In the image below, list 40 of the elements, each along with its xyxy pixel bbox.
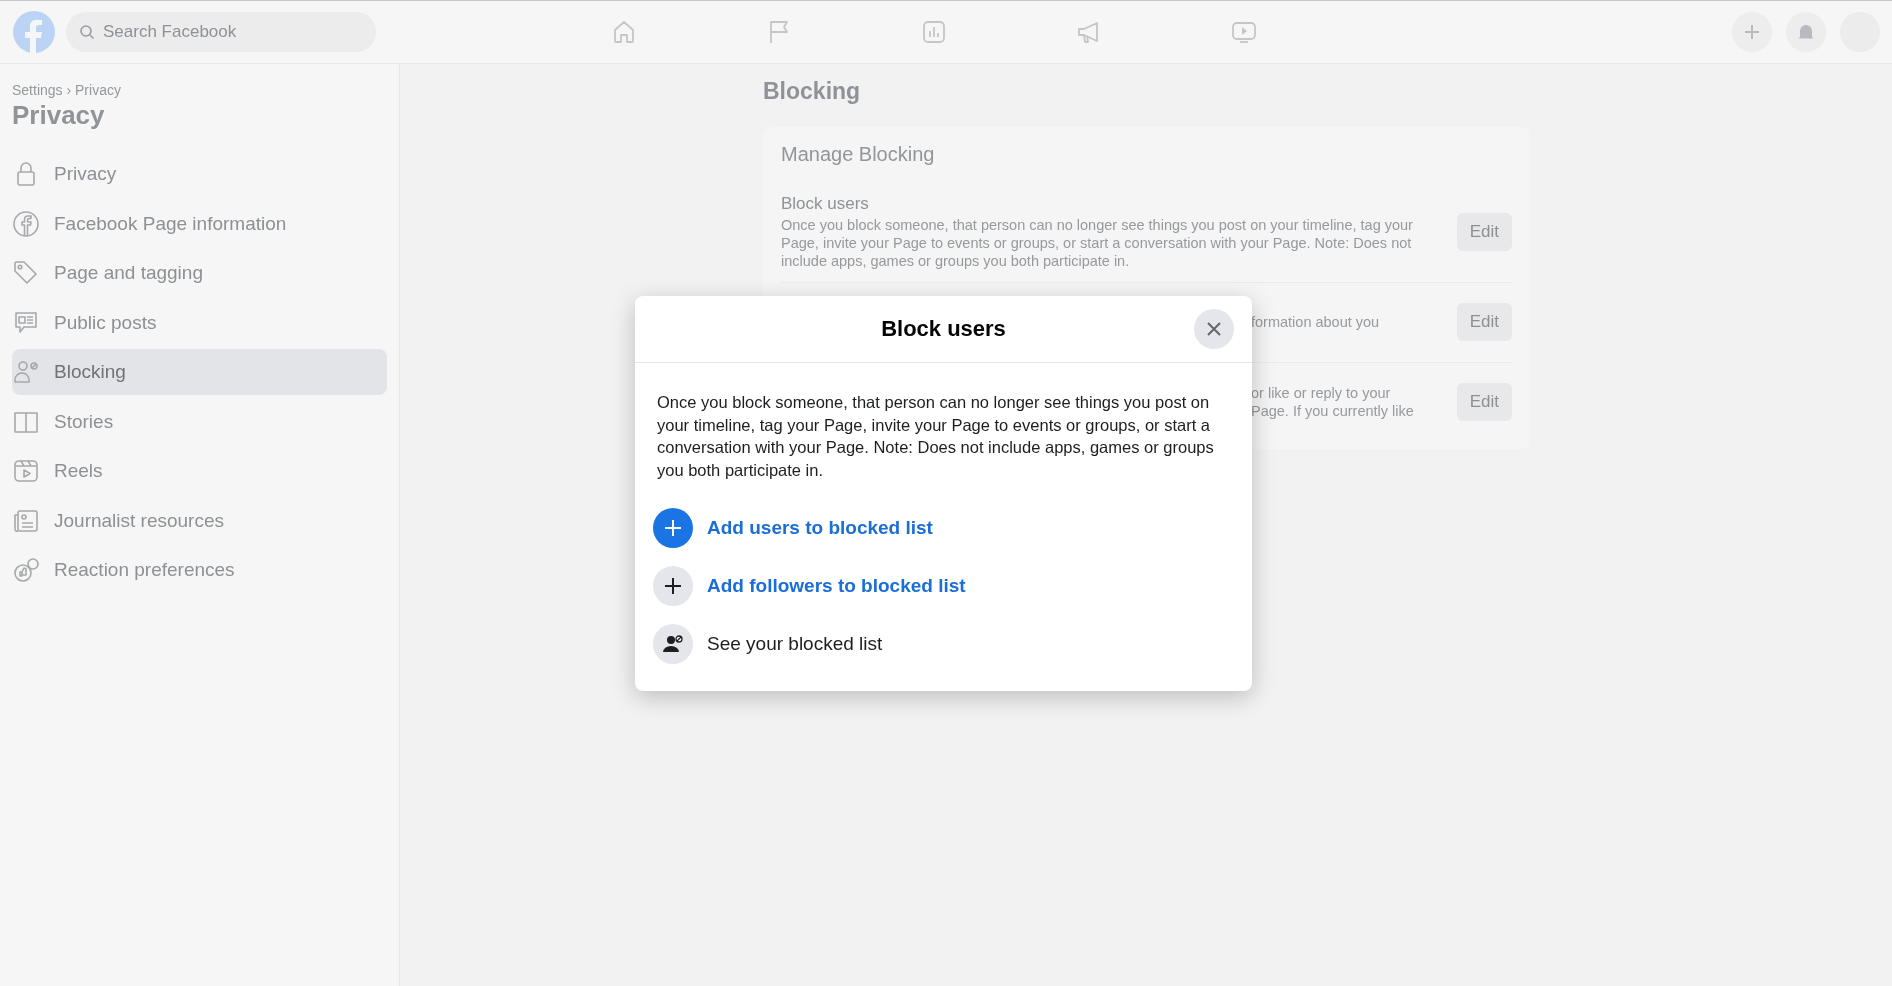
- sidebar-item[interactable]: Reaction preferences: [12, 547, 387, 593]
- chart-icon[interactable]: [920, 18, 948, 46]
- facebook-logo-icon[interactable]: [12, 10, 56, 54]
- dialog-action[interactable]: Add users to blocked list: [653, 499, 1230, 557]
- sidebar-item[interactable]: Journalist resources: [12, 497, 387, 544]
- plus-icon: [653, 566, 693, 606]
- sidebar-title: Privacy: [12, 100, 106, 131]
- sidebar-item[interactable]: Facebook Page information: [12, 200, 387, 247]
- edit-button[interactable]: Edit: [1456, 302, 1512, 341]
- dialog-description: Once you block someone, that person can no longer see things you post on your timeline, tag your Page, invite your Page to events or groups, or start a conversation with your Page. Note: Does not include apps, games or groups you both participate in.: [657, 392, 1215, 481]
- dialog-action[interactable]: See your blocked list: [653, 615, 1230, 673]
- edit-button[interactable]: Edit: [1456, 383, 1512, 421]
- create-button[interactable]: [1732, 12, 1772, 52]
- setting-description: formation about you: [1251, 312, 1380, 331]
- tag-icon: [12, 259, 40, 287]
- person-blocked-icon: [12, 358, 40, 386]
- sidebar-item[interactable]: Reels: [12, 448, 387, 494]
- sidebar-item[interactable]: Page and tagging: [12, 250, 387, 296]
- notifications-button[interactable]: [1786, 12, 1826, 52]
- sidebar-item[interactable]: Privacy: [12, 151, 387, 197]
- search-icon: [79, 24, 95, 40]
- setting-description: or like or reply to your Page. If you currently like: [1251, 384, 1414, 420]
- edit-button[interactable]: Edit: [1456, 213, 1512, 251]
- plus-icon: [653, 508, 693, 548]
- dialog-action[interactable]: Add followers to blocked list: [653, 557, 1230, 615]
- dialog-title: Block users: [881, 316, 1006, 342]
- close-button[interactable]: [1194, 309, 1234, 349]
- search-field[interactable]: Search Facebook: [66, 12, 376, 52]
- breadcrumb: Settings › Privacy: [12, 82, 122, 98]
- setting-description: Once you block someone, that person can no longer see things you post on your timeline, tag your Page, invite your Page to events or groups, or start a conversation with your Page. Note: Does not include apps, games or groups you both participate in.: [781, 216, 1413, 270]
- page-title: Blocking: [763, 78, 862, 105]
- sidebar-item[interactable]: Public posts: [12, 299, 387, 346]
- play-clapper-icon: [12, 457, 40, 485]
- plus-icon: [1742, 22, 1762, 42]
- setting-title: Block users: [781, 194, 870, 214]
- card-title: Manage Blocking: [781, 143, 936, 166]
- blocked-person-icon: [653, 624, 693, 664]
- sidebar-item[interactable]: Stories: [12, 398, 387, 445]
- facebook-circle-icon: [12, 209, 40, 238]
- sidebar-item[interactable]: Blocking: [12, 349, 387, 395]
